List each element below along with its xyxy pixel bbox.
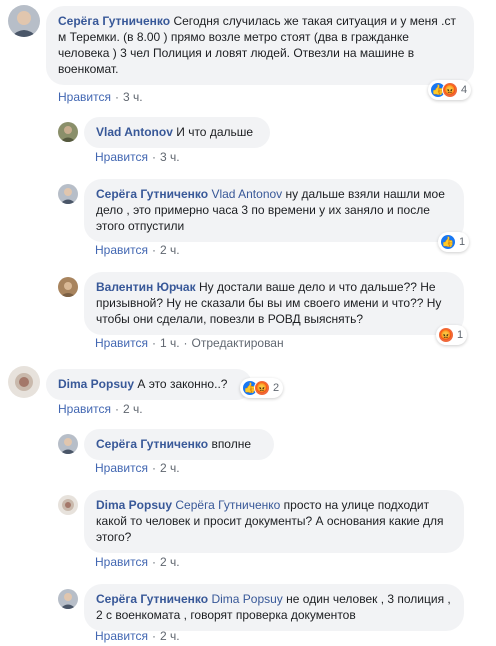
angry-icon: 😡 <box>254 380 270 396</box>
comment-bubble: Vlad Antonov И что дальше <box>84 117 270 148</box>
comment-timestamp[interactable]: 2 ч. <box>160 243 180 257</box>
avatar-photo <box>58 122 78 142</box>
comment-author[interactable]: Серёга Гутниченко <box>58 14 170 28</box>
comment-timestamp[interactable]: 3 ч. <box>160 150 180 164</box>
comment-author[interactable]: Vlad Antonov <box>96 125 173 139</box>
comment-text: А это законно..? <box>137 377 228 391</box>
comment-actions: Нравится · 3 ч. <box>95 150 180 164</box>
like-link[interactable]: Нравится <box>95 336 148 350</box>
comment-author[interactable]: Серёга Гутниченко <box>96 592 208 606</box>
like-icon: 👍 <box>440 234 456 250</box>
avatar[interactable] <box>58 434 78 454</box>
comment-actions: Нравится · 2 ч. <box>95 243 180 257</box>
avatar-photo <box>8 366 40 398</box>
avatar-photo <box>58 184 78 204</box>
like-link[interactable]: Нравится <box>58 402 111 416</box>
comment-author[interactable]: Серёга Гутниченко <box>96 437 208 451</box>
avatar[interactable] <box>8 5 40 37</box>
comment-bubble: Серёга Гутниченко вполне <box>84 429 274 460</box>
comment-text: И что дальше <box>176 125 254 139</box>
like-link[interactable]: Нравится <box>95 629 148 643</box>
comment-author[interactable]: Серёга Гутниченко <box>96 187 208 201</box>
avatar[interactable] <box>58 122 78 142</box>
comment-bubble: Серёга Гутниченко Vlad Antonov ну дальше… <box>84 179 464 242</box>
edited-label[interactable]: Отредактирован <box>192 336 284 350</box>
avatar-photo <box>8 5 40 37</box>
reactions-summary[interactable]: 👍 😡 4 <box>428 80 472 100</box>
comment-mention[interactable]: Dima Popsuy <box>211 592 282 606</box>
like-link[interactable]: Нравится <box>95 150 148 164</box>
reaction-count: 1 <box>459 236 466 248</box>
comment-text: вполне <box>211 437 252 451</box>
like-link[interactable]: Нравится <box>95 243 148 257</box>
comment-actions: Нравится · 2 ч. <box>95 629 180 643</box>
reactions-summary[interactable]: 😡 1 <box>436 325 468 345</box>
comment-bubble: Валентин Юрчак Ну достали ваше дело и чт… <box>84 272 464 335</box>
comment-actions: Нравится · 2 ч. <box>58 402 143 416</box>
angry-icon: 😡 <box>442 82 458 98</box>
comment-timestamp[interactable]: 2 ч. <box>160 461 180 475</box>
comment-author[interactable]: Валентин Юрчак <box>96 280 196 294</box>
comment-timestamp[interactable]: 2 ч. <box>160 629 180 643</box>
reaction-count: 1 <box>457 329 464 341</box>
reaction-count: 2 <box>273 382 280 394</box>
comment-mention[interactable]: Серёга Гутниченко <box>175 498 280 512</box>
avatar-photo <box>58 589 78 609</box>
avatar[interactable] <box>58 495 78 515</box>
avatar[interactable] <box>8 366 40 398</box>
comment-author[interactable]: Dima Popsuy <box>58 377 134 391</box>
comment-bubble: Серёга Гутниченко Dima Popsuy не один че… <box>84 584 464 631</box>
like-link[interactable]: Нравится <box>58 90 111 104</box>
comment-author[interactable]: Dima Popsuy <box>96 498 172 512</box>
avatar-photo <box>58 495 78 515</box>
avatar-photo <box>58 434 78 454</box>
comment-timestamp[interactable]: 2 ч. <box>123 402 143 416</box>
angry-icon: 😡 <box>438 327 454 343</box>
reactions-summary[interactable]: 👍 1 <box>438 232 470 252</box>
comment-actions: Нравится · 2 ч. <box>95 461 180 475</box>
comment-timestamp[interactable]: 2 ч. <box>160 555 180 569</box>
comment-bubble: Dima Popsuy Серёга Гутниченко просто на … <box>84 490 464 553</box>
avatar[interactable] <box>58 184 78 204</box>
comment-bubble: Dima Popsuy А это законно..? <box>46 369 252 400</box>
comment-actions: Нравится · 3 ч. <box>58 90 143 104</box>
reaction-count: 4 <box>461 84 468 96</box>
comment-mention[interactable]: Vlad Antonov <box>211 187 282 201</box>
avatar[interactable] <box>58 589 78 609</box>
comment-timestamp[interactable]: 1 ч. <box>160 336 180 350</box>
comment-bubble: Серёга Гутниченко Сегодня случилась же т… <box>46 6 474 85</box>
avatar[interactable] <box>58 277 78 297</box>
comment-actions: Нравится · 2 ч. <box>95 555 180 569</box>
avatar-photo <box>58 277 78 297</box>
comment-timestamp[interactable]: 3 ч. <box>123 90 143 104</box>
like-link[interactable]: Нравится <box>95 555 148 569</box>
reactions-summary[interactable]: 👍 😡 2 <box>240 378 284 398</box>
like-link[interactable]: Нравится <box>95 461 148 475</box>
comment-actions: Нравится · 1 ч. · Отредактирован <box>95 336 284 350</box>
